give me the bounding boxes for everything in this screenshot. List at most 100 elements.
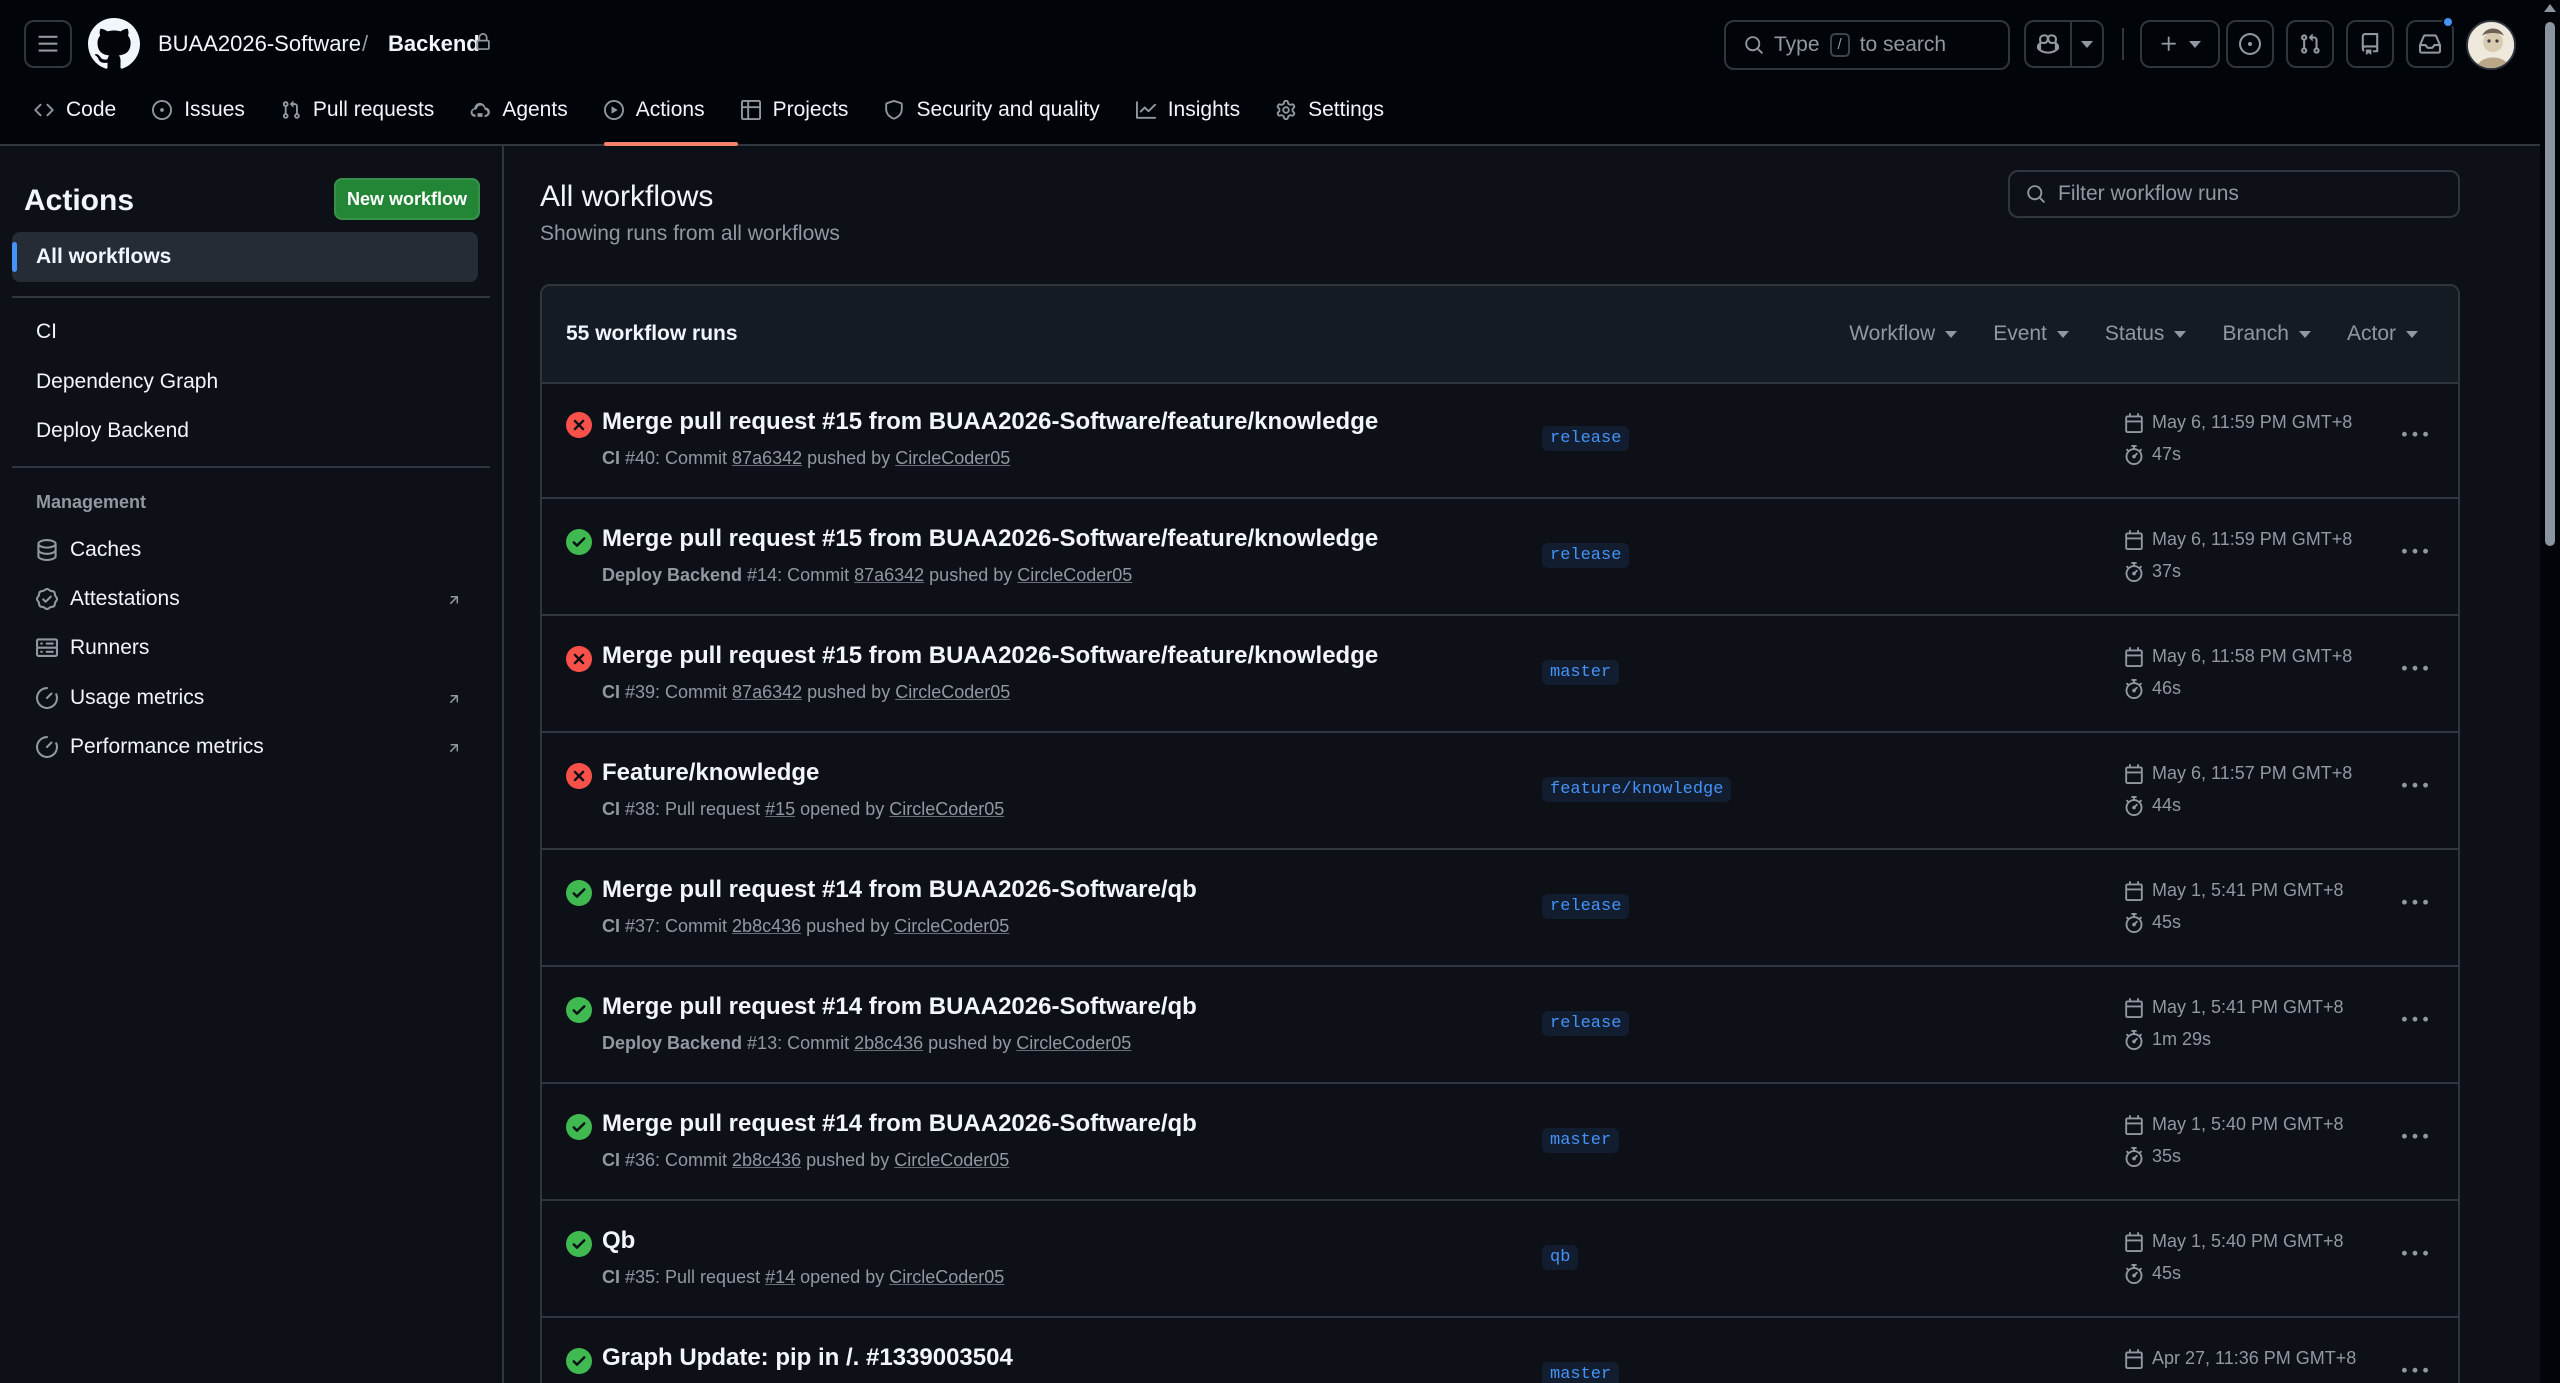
run-meta-text: pushed by xyxy=(801,916,895,936)
sidebar-item-usage-metrics[interactable]: Usage metrics xyxy=(36,686,204,710)
workflow-run-row[interactable]: Merge pull request #15 from BUAA2026-Sof… xyxy=(542,616,2458,733)
run-actor-link[interactable]: CircleCoder05 xyxy=(889,1267,1004,1287)
run-ref-link[interactable]: 2b8c436 xyxy=(732,916,801,936)
workflow-run-row[interactable]: Merge pull request #15 from BUAA2026-Sof… xyxy=(542,382,2458,499)
create-new-button[interactable] xyxy=(2140,20,2220,68)
run-actor-link[interactable]: CircleCoder05 xyxy=(1016,1033,1131,1053)
sidebar-item-label: Attestations xyxy=(70,587,180,610)
tab-settings[interactable]: Settings xyxy=(1258,90,1402,130)
workflow-run-row[interactable]: Graph Update: pip in /. #1339003504 maste… xyxy=(542,1318,2458,1383)
run-title-link[interactable]: Graph Update: pip in /. #1339003504 xyxy=(602,1344,1013,1372)
workflow-run-row[interactable]: Qb CI #35: Pull request #14 opened by Cir… xyxy=(542,1201,2458,1318)
filter-workflow-dropdown[interactable]: Workflow xyxy=(1849,322,1958,346)
kebab-menu-icon[interactable] xyxy=(2402,1358,2428,1383)
run-branch-badge[interactable]: release xyxy=(1542,426,1630,451)
filter-workflow-runs-input[interactable]: Filter workflow runs xyxy=(2008,170,2460,218)
run-branch-badge[interactable]: master xyxy=(1542,660,1620,685)
workflow-run-row[interactable]: Merge pull request #15 from BUAA2026-Sof… xyxy=(542,499,2458,616)
run-branch-badge[interactable]: release xyxy=(1542,894,1630,919)
run-actor-link[interactable]: CircleCoder05 xyxy=(894,1150,1009,1170)
kebab-menu-icon[interactable] xyxy=(2402,422,2428,448)
search-placeholder: Type xyxy=(1774,33,1820,56)
tab-code[interactable]: Code xyxy=(0,90,134,130)
run-ref-link[interactable]: #14 xyxy=(765,1267,795,1287)
repositories-button[interactable] xyxy=(2346,20,2394,68)
sidebar-item-deploy-backend[interactable]: Deploy Backend xyxy=(36,419,189,443)
run-title-link[interactable]: Merge pull request #14 from BUAA2026-Sof… xyxy=(602,993,1197,1021)
user-avatar[interactable] xyxy=(2466,20,2516,70)
kebab-menu-icon[interactable] xyxy=(2402,1241,2428,1267)
run-title-link[interactable]: Merge pull request #14 from BUAA2026-Sof… xyxy=(602,1110,1197,1138)
tab-agents[interactable]: Agents xyxy=(452,90,585,130)
kebab-menu-icon[interactable] xyxy=(2402,1124,2428,1150)
scroll-up-arrow-icon[interactable] xyxy=(2544,4,2556,12)
sidebar-item-performance-metrics[interactable]: Performance metrics xyxy=(36,735,264,759)
repository-nav: Code Issues Pull requests Agents Actions… xyxy=(0,90,1402,146)
run-ref-link[interactable]: #15 xyxy=(765,799,795,819)
sidebar-item-all-workflows[interactable]: All workflows xyxy=(12,232,478,282)
tab-insights[interactable]: Insights xyxy=(1118,90,1258,130)
workflow-run-row[interactable]: Merge pull request #14 from BUAA2026-Sof… xyxy=(542,850,2458,967)
run-ref-link[interactable]: 87a6342 xyxy=(732,682,802,702)
global-search[interactable]: Type / to search xyxy=(1724,20,2010,70)
run-title-link[interactable]: Merge pull request #15 from BUAA2026-Sof… xyxy=(602,525,1378,553)
scrollbar-thumb[interactable] xyxy=(2545,22,2555,546)
tab-pull-requests[interactable]: Pull requests xyxy=(263,90,452,130)
run-title-link[interactable]: Feature/knowledge xyxy=(602,759,819,787)
kebab-menu-icon[interactable] xyxy=(2402,656,2428,682)
run-branch-badge[interactable]: release xyxy=(1542,543,1630,568)
run-branch-badge[interactable]: release xyxy=(1542,1011,1630,1036)
filter-branch-dropdown[interactable]: Branch xyxy=(2222,322,2311,346)
run-ref-link[interactable]: 87a6342 xyxy=(732,448,802,468)
menu-button[interactable] xyxy=(24,20,72,68)
filter-event-dropdown[interactable]: Event xyxy=(1993,322,2069,346)
kebab-menu-icon[interactable] xyxy=(2402,1007,2428,1033)
run-branch-badge[interactable]: qb xyxy=(1542,1245,1579,1270)
run-ref-link[interactable]: 2b8c436 xyxy=(732,1150,801,1170)
tab-security[interactable]: Security and quality xyxy=(866,90,1117,130)
sidebar-item-caches[interactable]: Caches xyxy=(36,538,141,562)
sidebar-item-runners[interactable]: Runners xyxy=(36,636,149,660)
run-workflow-name: Deploy Backend xyxy=(602,565,743,585)
copilot-button[interactable] xyxy=(2026,22,2072,66)
sidebar-item-dependency-graph[interactable]: Dependency Graph xyxy=(36,370,218,394)
filter-actor-dropdown[interactable]: Actor xyxy=(2347,322,2418,346)
issues-button[interactable] xyxy=(2226,20,2274,68)
run-branch-badge[interactable]: feature/knowledge xyxy=(1542,777,1732,802)
run-ref-link[interactable]: 87a6342 xyxy=(854,565,924,585)
tab-projects[interactable]: Projects xyxy=(723,90,867,130)
pull-requests-button[interactable] xyxy=(2286,20,2334,68)
run-title-link[interactable]: Merge pull request #15 from BUAA2026-Sof… xyxy=(602,642,1378,670)
filter-status-dropdown[interactable]: Status xyxy=(2105,322,2187,346)
copilot-button-group[interactable] xyxy=(2024,20,2104,68)
run-actor-link[interactable]: CircleCoder05 xyxy=(1017,565,1132,585)
tab-actions[interactable]: Actions xyxy=(586,90,723,130)
workflow-run-row[interactable]: Merge pull request #14 from BUAA2026-Sof… xyxy=(542,967,2458,1084)
run-branch-badge[interactable]: master xyxy=(1542,1362,1620,1383)
run-actor-link[interactable]: CircleCoder05 xyxy=(894,916,1009,936)
run-actor-link[interactable]: CircleCoder05 xyxy=(895,682,1010,702)
breadcrumb-repo[interactable]: Backend xyxy=(388,31,480,57)
run-meta-text: #39: Commit xyxy=(620,682,733,702)
new-workflow-button[interactable]: New workflow xyxy=(334,178,480,220)
run-duration: 44s xyxy=(2124,795,2181,816)
run-meta: CI #37: Commit 2b8c436 pushed by CircleC… xyxy=(602,916,1009,937)
run-branch-badge[interactable]: master xyxy=(1542,1128,1620,1153)
run-title-link[interactable]: Merge pull request #14 from BUAA2026-Sof… xyxy=(602,876,1197,904)
run-ref-link[interactable]: 2b8c436 xyxy=(854,1033,923,1053)
tab-issues[interactable]: Issues xyxy=(134,90,263,130)
run-title-link[interactable]: Merge pull request #15 from BUAA2026-Sof… xyxy=(602,408,1378,436)
run-actor-link[interactable]: CircleCoder05 xyxy=(895,448,1010,468)
sidebar-item-ci[interactable]: CI xyxy=(36,320,57,344)
kebab-menu-icon[interactable] xyxy=(2402,890,2428,916)
kebab-menu-icon[interactable] xyxy=(2402,773,2428,799)
kebab-menu-icon[interactable] xyxy=(2402,539,2428,565)
sidebar-item-attestations[interactable]: Attestations xyxy=(36,587,180,611)
run-title-link[interactable]: Qb xyxy=(602,1227,635,1255)
workflow-run-row[interactable]: Feature/knowledge CI #38: Pull request #1… xyxy=(542,733,2458,850)
workflow-run-row[interactable]: Merge pull request #14 from BUAA2026-Sof… xyxy=(542,1084,2458,1201)
breadcrumb-org[interactable]: BUAA2026-Software xyxy=(158,31,361,57)
github-logo-icon[interactable] xyxy=(88,18,140,70)
run-actor-link[interactable]: CircleCoder05 xyxy=(889,799,1004,819)
copilot-dropdown-button[interactable] xyxy=(2072,22,2102,66)
